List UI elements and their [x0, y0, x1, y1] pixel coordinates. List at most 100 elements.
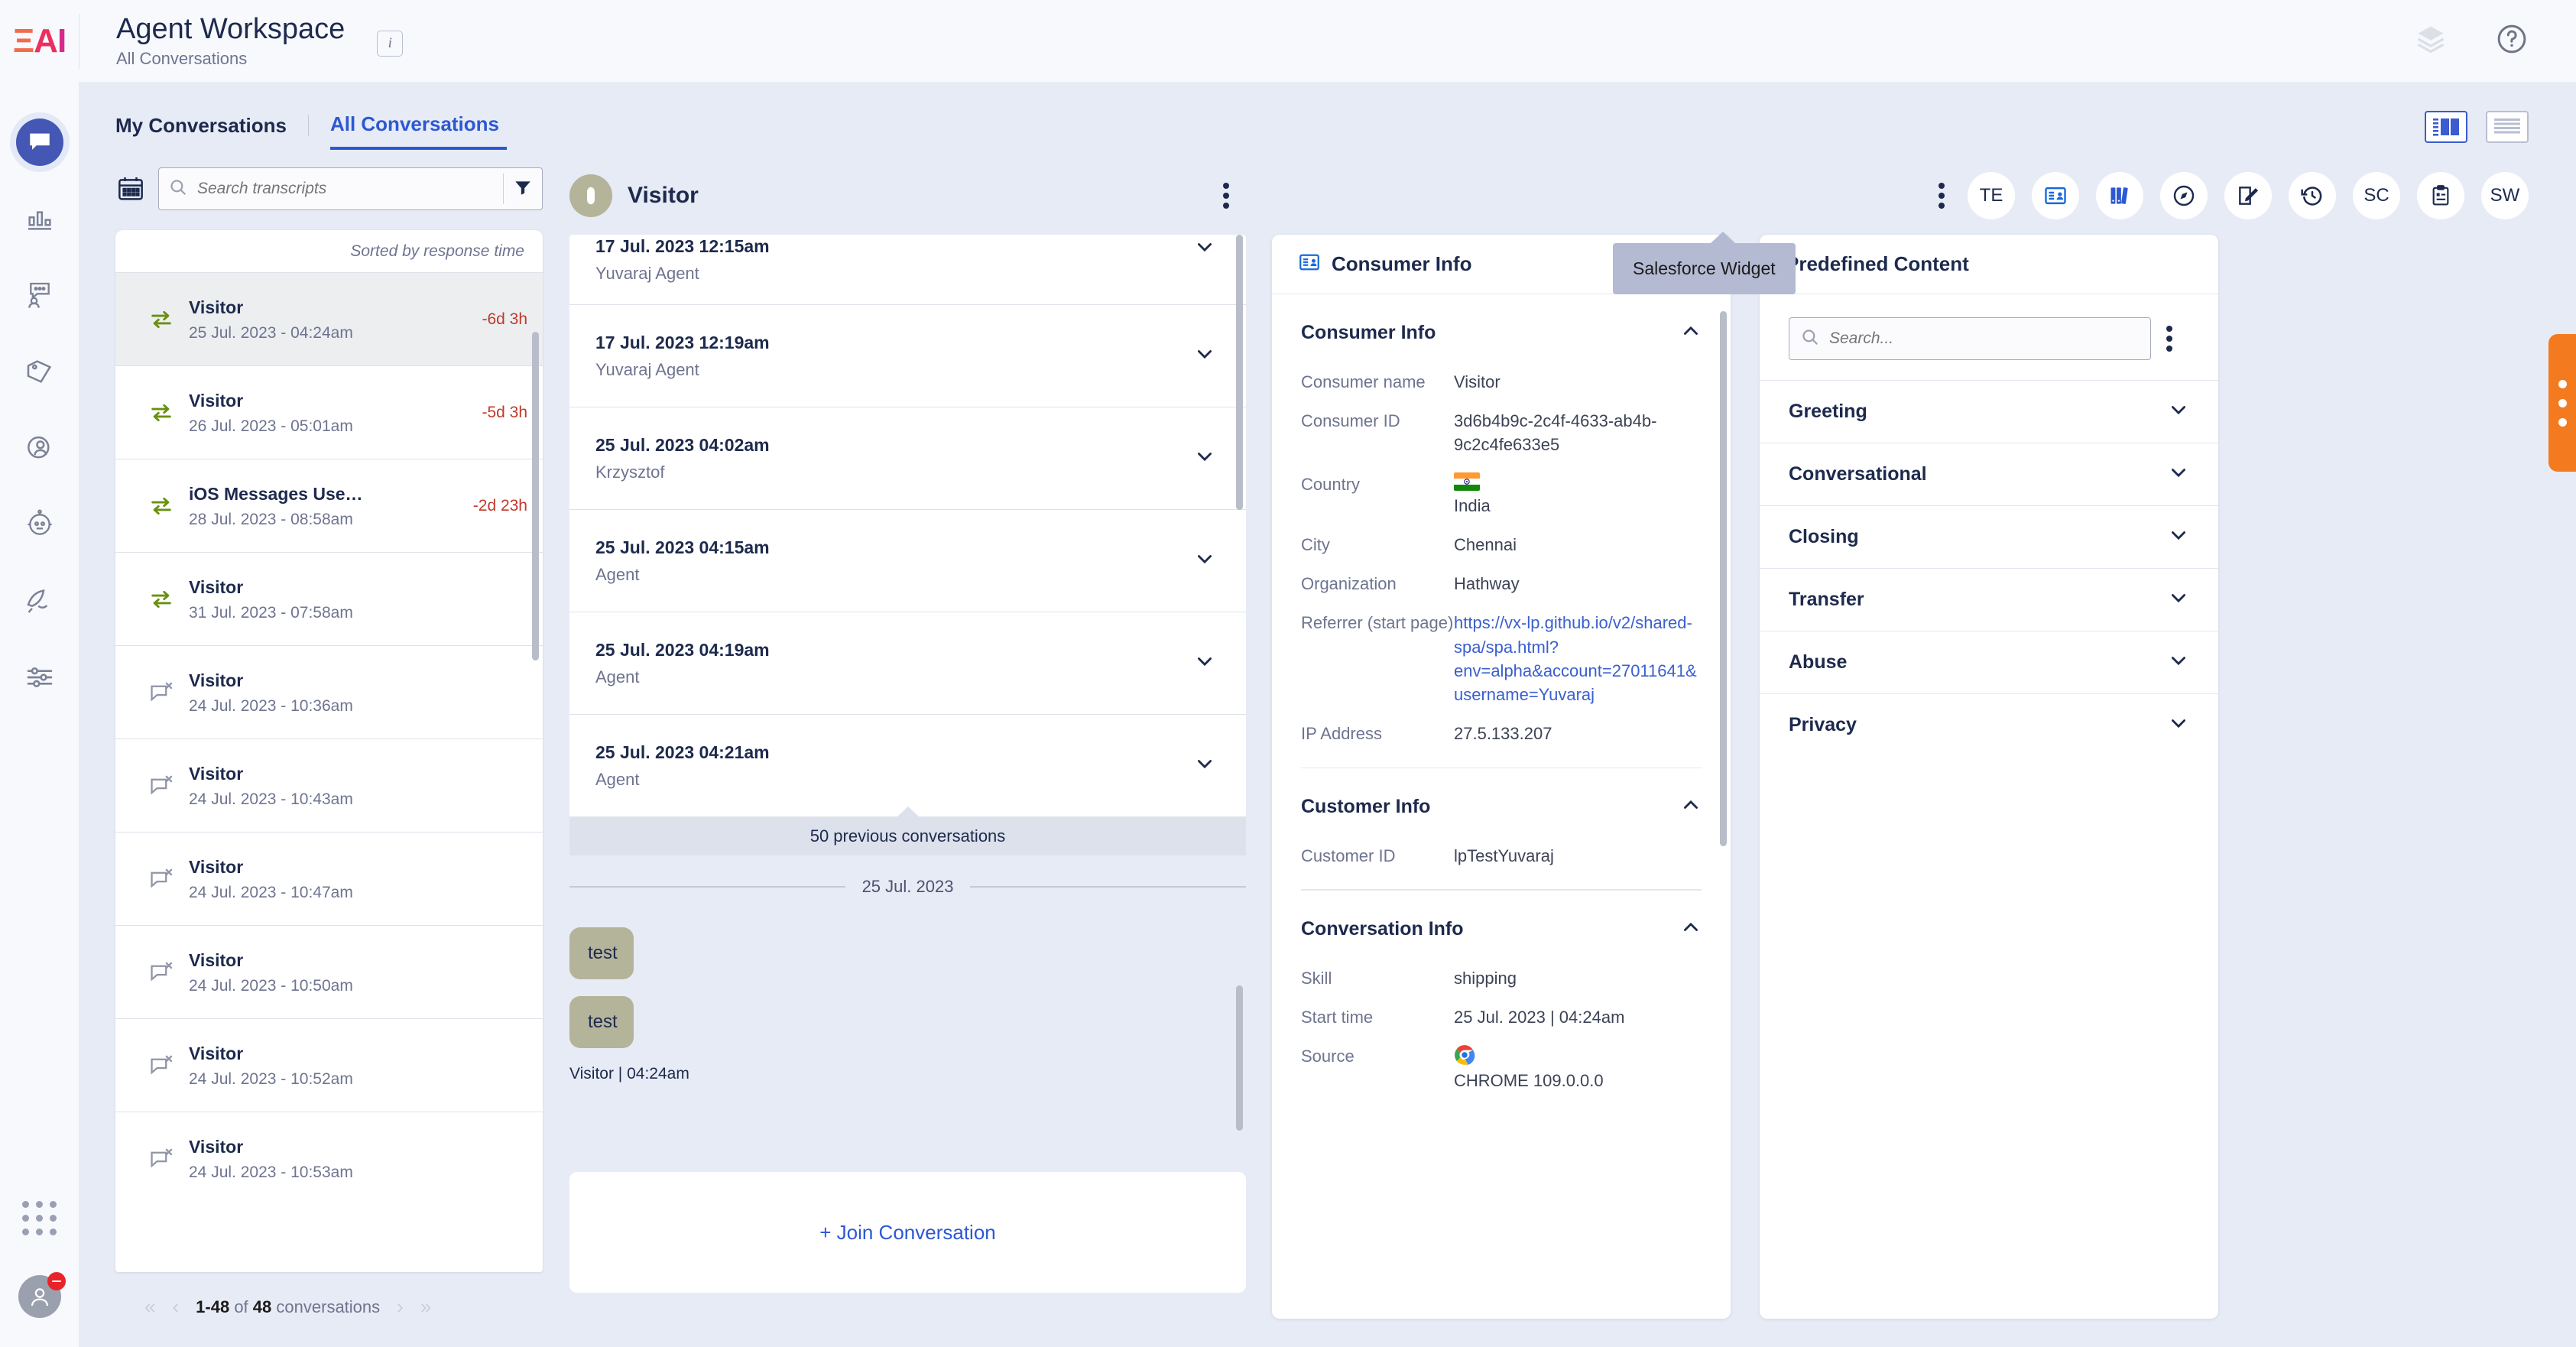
predefined-category-row[interactable]: Abuse	[1760, 631, 2218, 693]
widget-button-te[interactable]: TE	[1968, 172, 2015, 219]
conversation-row-date: 24 Jul. 2023 - 10:43am	[189, 790, 353, 808]
chevron-down-icon[interactable]	[2168, 399, 2189, 424]
previous-conversation-row[interactable]: 17 Jul. 2023 12:19am Yuvaraj Agent	[569, 305, 1246, 407]
conversation-list-scroll[interactable]: Visitor 25 Jul. 2023 - 04:24am -6d 3h Visit…	[115, 272, 543, 1243]
info-field-value[interactable]: https://vx-lp.github.io/v2/shared-spa/sp…	[1454, 611, 1702, 706]
info-section-header[interactable]: Customer Info	[1301, 768, 1702, 836]
filter-icon[interactable]	[513, 177, 533, 201]
first-page-button[interactable]: «	[144, 1295, 155, 1319]
chevron-down-icon[interactable]	[2168, 650, 2189, 675]
predefined-more-menu-icon[interactable]	[2166, 326, 2189, 352]
tab-my-conversations[interactable]: My Conversations	[115, 114, 308, 148]
previous-conversation-text: 25 Jul. 2023 04:19am Agent	[595, 640, 770, 687]
info-section-header[interactable]: Consumer Info	[1301, 294, 1702, 362]
sidebar-item-settings[interactable]	[16, 654, 63, 701]
conversation-list-scrollbar[interactable]	[532, 332, 539, 661]
conversation-row[interactable]: Visitor 24 Jul. 2023 - 10:50am	[115, 925, 543, 1018]
widget-button-compass[interactable]	[2160, 172, 2208, 219]
consumer-info-scrollbar[interactable]	[1720, 311, 1727, 846]
chevron-down-icon[interactable]	[2168, 462, 2189, 487]
view-split-button[interactable]	[2425, 111, 2467, 143]
last-page-button[interactable]: »	[420, 1295, 431, 1319]
sidebar-item-tags[interactable]	[16, 348, 63, 395]
feedback-side-tab[interactable]	[2548, 334, 2576, 472]
app-logo[interactable]: ΞAI	[0, 0, 79, 82]
predefined-category-row[interactable]: Greeting	[1760, 380, 2218, 443]
previous-conversation-date: 25 Jul. 2023 04:15am	[595, 537, 770, 557]
join-conversation-button[interactable]: + Join Conversation	[819, 1221, 996, 1245]
widget-button-clipboard[interactable]	[2417, 172, 2464, 219]
chevron-up-icon[interactable]	[1680, 917, 1702, 942]
next-page-button[interactable]: ›	[397, 1295, 404, 1319]
sidebar-item-conversations[interactable]	[15, 118, 63, 166]
conversation-row-text: Visitor 31 Jul. 2023 - 07:58am	[181, 576, 520, 622]
predefined-category-row[interactable]: Transfer	[1760, 568, 2218, 631]
chevron-down-icon[interactable]	[1194, 548, 1215, 573]
info-section-title: Conversation Info	[1301, 917, 1464, 940]
predefined-search-input[interactable]	[1829, 329, 2140, 348]
calendar-icon[interactable]	[115, 174, 146, 204]
previous-conversation-row[interactable]: 25 Jul. 2023 04:02am Krzysztof	[569, 407, 1246, 510]
search-transcripts-box[interactable]	[158, 167, 543, 210]
sidebar-item-users[interactable]	[16, 424, 63, 472]
info-icon[interactable]: i	[377, 30, 404, 57]
widget-button-knowledge-base[interactable]	[2096, 172, 2143, 219]
search-transcripts-input[interactable]	[197, 180, 494, 198]
previous-conversation-row[interactable]: 25 Jul. 2023 04:19am Agent	[569, 612, 1246, 715]
consumer-info-panel-body[interactable]: Consumer Info Consumer name Visitor Consume…	[1272, 294, 1731, 1319]
transcript-more-menu-icon[interactable]	[1223, 183, 1246, 209]
previous-conversation-row[interactable]: 17 Jul. 2023 12:15am Yuvaraj Agent	[569, 235, 1246, 305]
predefined-category-row[interactable]: Privacy	[1760, 693, 2218, 756]
predefined-category-row[interactable]: Conversational	[1760, 443, 2218, 505]
sidebar-item-campaigns[interactable]	[16, 577, 63, 625]
info-section-header[interactable]: Conversation Info	[1301, 891, 1702, 959]
widget-button-consumer-info[interactable]	[2032, 172, 2079, 219]
conversation-row[interactable]: Visitor 24 Jul. 2023 - 10:36am	[115, 645, 543, 738]
previous-conversation-row[interactable]: 25 Jul. 2023 04:21am Agent	[569, 715, 1246, 817]
widget-button-notes[interactable]	[2224, 172, 2272, 219]
widget-button-history[interactable]	[2289, 172, 2336, 219]
chevron-up-icon[interactable]	[1680, 794, 1702, 820]
help-icon[interactable]	[2495, 22, 2529, 60]
previous-conversations-banner[interactable]: 50 previous conversations	[569, 807, 1246, 855]
conversation-row[interactable]: Visitor 25 Jul. 2023 - 04:24am -6d 3h	[115, 272, 543, 365]
layers-icon[interactable]	[2414, 22, 2448, 60]
conversation-row[interactable]: Visitor 31 Jul. 2023 - 07:58am	[115, 552, 543, 645]
conversation-row[interactable]: iOS Messages Use… 28 Jul. 2023 - 08:58am -…	[115, 459, 543, 552]
chevron-down-icon[interactable]	[1194, 753, 1215, 778]
widget-button-salesforce[interactable]: SW	[2481, 172, 2529, 219]
info-field-value: Hathway	[1454, 574, 1520, 594]
chevron-down-icon[interactable]	[1194, 236, 1215, 261]
view-list-button[interactable]	[2486, 111, 2529, 143]
apps-grid-icon[interactable]	[22, 1201, 57, 1235]
conversation-row[interactable]: Visitor 24 Jul. 2023 - 10:53am	[115, 1112, 543, 1205]
sidebar-item-bots[interactable]	[16, 501, 63, 548]
widget-button-sc[interactable]: SC	[2353, 172, 2400, 219]
chevron-down-icon[interactable]	[1194, 343, 1215, 368]
predefined-category-row[interactable]: Closing	[1760, 505, 2218, 568]
chevron-down-icon[interactable]	[2168, 587, 2189, 612]
chevron-down-icon[interactable]	[2168, 712, 2189, 738]
chevron-down-icon[interactable]	[1194, 651, 1215, 676]
conversation-row[interactable]: Visitor 24 Jul. 2023 - 10:47am	[115, 832, 543, 925]
chevron-down-icon[interactable]	[1194, 446, 1215, 471]
prev-page-button[interactable]: ‹	[172, 1295, 179, 1319]
previous-conversation-row[interactable]: 25 Jul. 2023 04:15am Agent	[569, 510, 1246, 612]
tab-all-conversations[interactable]: All Conversations	[329, 112, 508, 150]
predefined-search-box[interactable]	[1789, 317, 2151, 360]
info-field-value: 25 Jul. 2023 | 04:24am	[1454, 1008, 1625, 1027]
chevron-down-icon[interactable]	[2168, 524, 2189, 550]
join-conversation-box[interactable]: + Join Conversation	[569, 1172, 1246, 1293]
conversation-row[interactable]: Visitor 24 Jul. 2023 - 10:43am	[115, 738, 543, 832]
chevron-up-icon[interactable]	[1680, 320, 1702, 346]
widget-more-menu-icon[interactable]	[1938, 183, 1951, 209]
conversation-row-text: Visitor 24 Jul. 2023 - 10:53am	[181, 1135, 520, 1181]
predefined-content-panel-header: Predefined Content	[1760, 235, 2218, 294]
user-avatar[interactable]	[18, 1272, 66, 1318]
sidebar-item-agent-chat[interactable]	[16, 271, 63, 319]
sidebar-item-analytics[interactable]	[16, 195, 63, 242]
previous-conversations-scrollbar[interactable]	[1236, 235, 1243, 510]
conversation-row[interactable]: Visitor 24 Jul. 2023 - 10:52am	[115, 1018, 543, 1112]
message-scrollbar[interactable]	[1236, 985, 1243, 1131]
conversation-row[interactable]: Visitor 26 Jul. 2023 - 05:01am -5d 3h	[115, 365, 543, 459]
